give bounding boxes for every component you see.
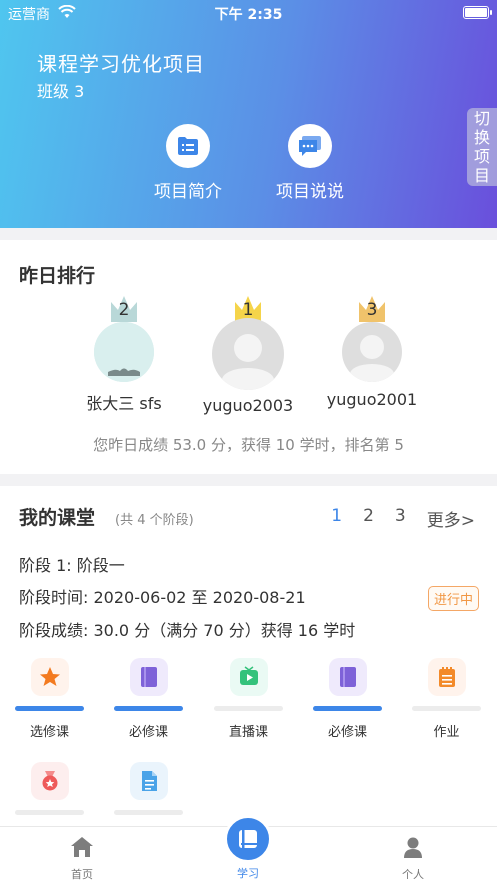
book-icon — [339, 667, 356, 687]
book-icon — [140, 667, 157, 687]
list-icon — [178, 137, 198, 155]
status-badge: 进行中 — [427, 586, 479, 611]
my-classroom-card: 我的课堂 (共 4 个阶段) 1 2 3 更多> 阶段 1: 阶段一 阶段时间:… — [0, 486, 497, 826]
page-2[interactable]: 2 — [363, 506, 374, 531]
switch-char: 项 — [473, 147, 490, 166]
project-header: 运营商 下午 2:35 课程学习优化项目 班级 3 切 换 项 目 项目简介 项… — [0, 0, 497, 228]
stage-count: (共 4 个阶段) — [115, 513, 194, 528]
tab-home-label: 首页 — [71, 868, 93, 881]
document-icon — [141, 771, 157, 791]
project-talk-button[interactable]: 项目说说 — [272, 124, 348, 202]
bottom-tab-bar: 首页 学习 个人 — [0, 815, 497, 883]
notepad-icon — [438, 667, 455, 687]
status-time: 下午 2:35 — [214, 7, 283, 23]
ranker-name: yuguo2001 — [326, 390, 418, 409]
book-icon — [239, 830, 257, 848]
ranker-name: 张大三 sfs — [86, 394, 162, 413]
module-elective[interactable]: 选修课 — [0, 658, 99, 740]
tab-learn[interactable]: 学习 — [208, 815, 288, 881]
module-live[interactable]: 直播课 — [199, 658, 298, 740]
chat-icon — [299, 136, 321, 156]
module-label: 作业 — [433, 725, 460, 740]
module-required-2[interactable]: 必修课 — [298, 658, 397, 740]
module-required[interactable]: 必修课 — [99, 658, 198, 740]
module-progress — [412, 706, 481, 711]
stage-time: 阶段时间: 2020-06-02 至 2020-08-21 — [19, 588, 306, 607]
ranker-2[interactable]: 2 张大三 sfs — [64, 294, 184, 414]
ranker-name: yuguo2003 — [202, 396, 294, 415]
module-progress — [114, 810, 183, 815]
module-progress — [15, 810, 84, 815]
module-progress — [15, 706, 84, 711]
classroom-title: 我的课堂 — [19, 507, 96, 529]
project-intro-label: 项目简介 — [154, 182, 222, 202]
tab-home[interactable]: 首页 — [42, 835, 122, 882]
switch-char: 目 — [473, 166, 490, 185]
project-talk-label: 项目说说 — [276, 182, 344, 202]
module-progress — [114, 706, 183, 711]
class-name: 班级 3 — [37, 82, 85, 101]
module-label: 选修课 — [29, 725, 69, 740]
module-label: 必修课 — [327, 725, 367, 740]
stage-score: 阶段成绩: 30.0 分（满分 70 分）获得 16 学时 — [19, 621, 356, 640]
tab-me[interactable]: 个人 — [373, 835, 453, 882]
switch-char: 换 — [473, 128, 490, 147]
star-icon — [39, 667, 60, 686]
avatar — [94, 322, 154, 382]
avatar — [342, 322, 402, 382]
switch-char: 切 — [473, 109, 490, 128]
rank-number: 2 — [118, 300, 130, 320]
page-3[interactable]: 3 — [395, 506, 406, 531]
module-label: 必修课 — [128, 725, 168, 740]
stage-name: 阶段 1: 阶段一 — [19, 556, 125, 575]
page-1[interactable]: 1 — [331, 506, 342, 531]
battery-icon — [463, 6, 492, 19]
avatar — [212, 318, 284, 390]
switch-project-button[interactable]: 切 换 项 目 — [467, 108, 497, 186]
more-link[interactable]: 更多> — [427, 506, 475, 531]
yesterday-ranking-card: 昨日排行 2 张大三 sfs 1 yuguo2003 3 yuguo2001 您… — [0, 240, 497, 474]
tab-me-label: 个人 — [402, 868, 424, 881]
stage-pager: 1 2 3 更多> — [310, 506, 475, 531]
module-progress — [313, 706, 382, 711]
home-icon — [71, 837, 93, 857]
person-icon — [404, 837, 422, 858]
module-progress — [214, 706, 283, 711]
project-intro-button[interactable]: 项目简介 — [150, 124, 226, 202]
ranking-summary: 您昨日成绩 53.0 分，获得 10 学时，排名第 5 — [93, 436, 404, 454]
play-icon — [239, 666, 258, 685]
project-title: 课程学习优化项目 — [37, 52, 205, 76]
ranker-3[interactable]: 3 yuguo2001 — [312, 294, 432, 409]
module-homework[interactable]: 作业 — [397, 658, 496, 740]
status-bar: 运营商 下午 2:35 — [0, 0, 497, 26]
module-document[interactable] — [99, 762, 198, 815]
module-medal[interactable] — [0, 762, 99, 815]
module-label: 直播课 — [228, 725, 268, 740]
rank-number: 1 — [242, 300, 254, 320]
ranking-title: 昨日排行 — [19, 265, 96, 287]
rank-number: 3 — [366, 300, 378, 320]
medal-icon — [42, 771, 57, 791]
tab-learn-label: 学习 — [237, 867, 259, 880]
ranker-1[interactable]: 1 yuguo2003 — [188, 294, 308, 415]
